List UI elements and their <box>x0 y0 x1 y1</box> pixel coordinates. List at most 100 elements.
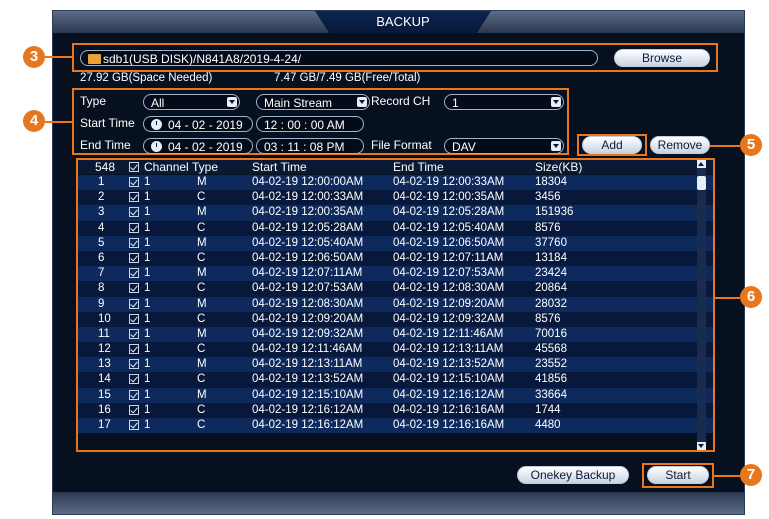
row-end-time: 04-02-19 12:07:53AM <box>393 267 505 280</box>
row-channel: 1 <box>144 343 151 356</box>
row-type: C <box>197 419 206 431</box>
record-ch-select[interactable]: 1 <box>444 94 564 110</box>
table-row[interactable]: 11 1 M 04-02-19 12:09:32AM 04-02-19 12:11:46… <box>78 326 713 343</box>
table-row[interactable]: 15 1 M 04-02-19 12:15:10AM 04-02-19 12:16:12… <box>78 387 713 403</box>
table-row[interactable]: 16 1 C 04-02-19 12:16:12AM 04-02-19 12:16:16… <box>78 402 713 418</box>
row-start-time: 04-02-19 12:00:33AM <box>252 191 364 204</box>
row-checkbox[interactable] <box>129 237 139 248</box>
row-channel: 1 <box>144 206 151 219</box>
row-type: C <box>197 221 206 234</box>
row-end-time: 04-02-19 12:15:10AM <box>393 373 505 386</box>
row-checkbox[interactable] <box>129 328 139 339</box>
table-row[interactable]: 8 1 C 04-02-19 12:07:53AM 04-02-19 12:08:30A… <box>78 281 713 297</box>
row-checkbox[interactable] <box>129 374 139 385</box>
row-start-time: 04-02-19 12:06:50AM <box>252 251 364 264</box>
row-checkbox[interactable] <box>129 404 139 415</box>
row-size: 28032 <box>535 297 567 310</box>
bottom-bar <box>53 492 744 514</box>
row-number: 4 <box>98 221 105 234</box>
file-format-select[interactable]: DAV <box>444 138 564 154</box>
scroll-thumb[interactable] <box>697 176 706 190</box>
row-channel: 1 <box>144 403 151 416</box>
header-channel: Channel <box>144 160 189 174</box>
row-checkbox[interactable] <box>129 252 139 263</box>
path-field[interactable]: sdb1(USB DISK)/N841A8/2019-4-24/ <box>80 50 598 66</box>
row-type: M <box>197 206 207 219</box>
scroll-up-icon[interactable] <box>697 160 706 168</box>
row-checkbox[interactable] <box>129 268 139 279</box>
table-row[interactable]: 10 1 C 04-02-19 12:09:20AM 04-02-19 12:09:32… <box>78 311 713 327</box>
start-button[interactable]: Start <box>647 466 709 484</box>
row-checkbox[interactable] <box>129 283 139 294</box>
row-checkbox[interactable] <box>129 298 139 309</box>
end-time-field[interactable]: 03 : 11 : 08 PM <box>256 138 364 154</box>
row-size: 70016 <box>535 327 567 340</box>
row-start-time: 04-02-19 12:07:53AM <box>252 282 364 295</box>
table-row[interactable]: 3 1 M 04-02-19 12:00:35AM 04-02-19 12:05:28A… <box>78 205 713 221</box>
row-start-time: 04-02-19 12:13:11AM <box>252 358 363 371</box>
row-number: 12 <box>98 343 111 356</box>
table-row[interactable]: 9 1 M 04-02-19 12:08:30AM 04-02-19 12:09:20A… <box>78 296 713 312</box>
table-row[interactable]: 1 1 M 04-02-19 12:00:00AM 04-02-19 12:00:33A… <box>78 175 713 191</box>
row-end-time: 04-02-19 12:16:16AM <box>393 419 505 431</box>
add-button[interactable]: Add <box>582 136 642 154</box>
table-row[interactable]: 5 1 M 04-02-19 12:05:40AM 04-02-19 12:06:50A… <box>78 235 713 251</box>
scroll-down-icon[interactable] <box>697 442 706 450</box>
row-channel: 1 <box>144 312 151 325</box>
row-channel: 1 <box>144 236 151 249</box>
path-value: sdb1(USB DISK)/N841A8/2019-4-24/ <box>103 52 302 66</box>
row-checkbox[interactable] <box>129 344 139 355</box>
scrollbar[interactable] <box>697 160 706 450</box>
record-ch-value: 1 <box>452 96 459 110</box>
type-select[interactable]: All <box>143 94 240 110</box>
row-start-time: 04-02-19 12:16:12AM <box>252 419 364 431</box>
row-checkbox[interactable] <box>129 359 139 370</box>
start-date-field[interactable]: 04 - 02 - 2019 <box>143 116 253 132</box>
callout-badge-5: 5 <box>740 134 762 156</box>
header-end-time: End Time <box>393 160 444 174</box>
row-end-time: 04-02-19 12:09:20AM <box>393 297 505 310</box>
record-ch-label: Record CH <box>371 94 431 108</box>
row-channel: 1 <box>144 267 151 280</box>
row-start-time: 04-02-19 12:00:35AM <box>252 206 364 219</box>
row-number: 5 <box>98 236 105 249</box>
row-number: 16 <box>98 403 111 416</box>
row-end-time: 04-02-19 12:06:50AM <box>393 236 505 249</box>
table-row[interactable]: 2 1 C 04-02-19 12:00:33AM 04-02-19 12:00:35A… <box>78 190 713 206</box>
row-start-time: 04-02-19 12:11:46AM <box>252 343 363 356</box>
table-row[interactable]: 7 1 M 04-02-19 12:07:11AM 04-02-19 12:07:53A… <box>78 266 713 282</box>
row-size: 41856 <box>535 373 567 386</box>
row-end-time: 04-02-19 12:00:35AM <box>393 191 505 204</box>
browse-button[interactable]: Browse <box>614 49 710 67</box>
row-channel: 1 <box>144 327 151 340</box>
table-row[interactable]: 13 1 M 04-02-19 12:13:11AM 04-02-19 12:13:52… <box>78 357 713 373</box>
row-checkbox[interactable] <box>129 177 139 187</box>
header-size: Size(KB) <box>535 160 583 174</box>
row-end-time: 04-02-19 12:11:46AM <box>393 327 504 340</box>
select-all-checkbox[interactable] <box>129 162 139 172</box>
callout-line-5 <box>710 145 740 147</box>
start-time-field[interactable]: 12 : 00 : 00 AM <box>256 116 364 132</box>
row-checkbox[interactable] <box>129 313 139 324</box>
stream-select[interactable]: Main Stream <box>256 94 370 110</box>
remove-button[interactable]: Remove <box>650 136 710 154</box>
table-row[interactable]: 17 1 C 04-02-19 12:16:12AM 04-02-19 12:16:16… <box>78 418 713 434</box>
end-date-field[interactable]: 04 - 02 - 2019 <box>143 138 253 154</box>
onekey-backup-button[interactable]: Onekey Backup <box>517 466 629 484</box>
table-row[interactable]: 12 1 C 04-02-19 12:11:46AM 04-02-19 12:13:11… <box>78 342 713 358</box>
row-checkbox[interactable] <box>129 389 139 400</box>
row-size: 8576 <box>535 312 561 325</box>
table-row[interactable]: 4 1 C 04-02-19 12:05:28AM 04-02-19 12:05:40A… <box>78 220 713 236</box>
row-checkbox[interactable] <box>129 420 139 430</box>
table-row[interactable]: 14 1 C 04-02-19 12:13:52AM 04-02-19 12:15:10… <box>78 372 713 388</box>
table-row[interactable]: 6 1 C 04-02-19 12:06:50AM 04-02-19 12:07:11A… <box>78 250 713 267</box>
row-end-time: 04-02-19 12:00:33AM <box>393 176 505 188</box>
row-checkbox[interactable] <box>129 222 139 233</box>
row-type: C <box>197 312 206 325</box>
row-channel: 1 <box>144 176 151 188</box>
row-checkbox[interactable] <box>129 207 139 218</box>
row-channel: 1 <box>144 358 151 371</box>
row-number: 11 <box>98 327 110 340</box>
row-start-time: 04-02-19 12:05:40AM <box>252 236 364 249</box>
row-checkbox[interactable] <box>129 192 139 203</box>
